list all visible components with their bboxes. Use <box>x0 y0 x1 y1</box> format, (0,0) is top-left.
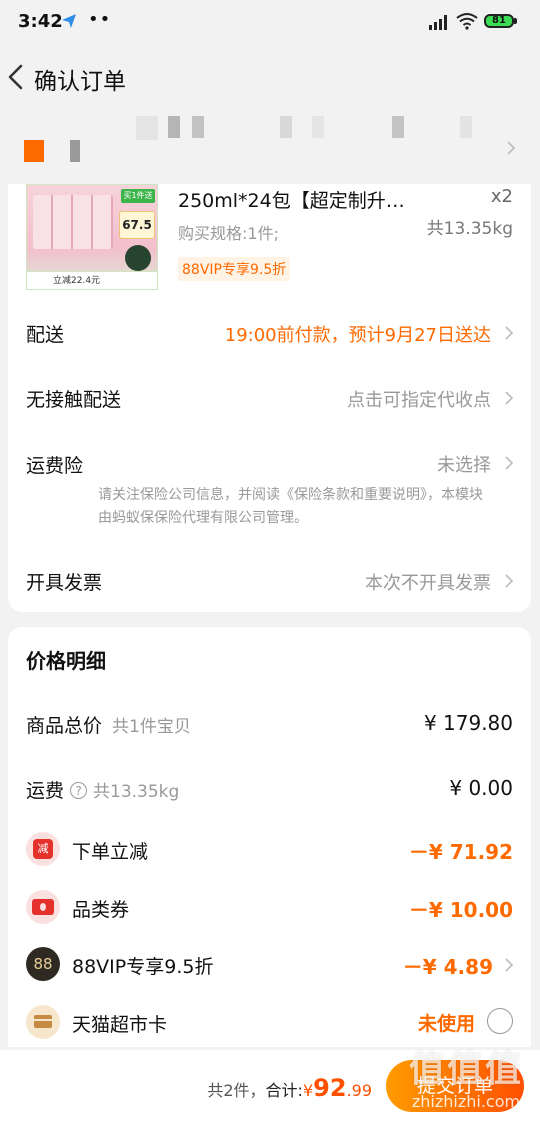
freight-label: 运费? 共13.35kg <box>26 776 179 803</box>
category-coupon-value: －¥ 10.00 <box>408 898 513 922</box>
blurred-address-text <box>70 140 80 162</box>
question-icon[interactable]: ? <box>70 782 88 799</box>
thumb-discount: 立减22.4元 <box>27 271 157 289</box>
nav-bar: 确认订单 <box>0 46 540 110</box>
total-label: 合计: <box>265 1081 303 1100</box>
blurred-address-text <box>136 116 158 140</box>
product-name[interactable]: 250ml*24包【超定制升… <box>178 186 418 213</box>
goods-total-label: 商品总价 共1件宝贝 <box>26 711 191 738</box>
chevron-right-icon <box>505 391 514 405</box>
freight-value: ¥ 0.00 <box>449 776 513 800</box>
chevron-right-icon <box>507 141 516 155</box>
wallet-card-icon-shape <box>34 1015 52 1028</box>
address-section[interactable] <box>0 112 540 184</box>
shipping-insurance-label: 运费险 <box>26 455 84 477</box>
status-time: 3:42 <box>18 11 63 32</box>
insurance-note: 请关注保险公司信息，并阅读《保险条款和重要说明》，本模块由蚂蚁保保险代理有限公司… <box>98 487 483 526</box>
delivery-value: 19:00前付款，预计9月27日送达 <box>224 325 491 346</box>
battery-nub <box>514 18 517 24</box>
vip-discount-value: －¥ 4.89 <box>402 955 493 979</box>
category-coupon-label: 品类券 <box>72 899 130 921</box>
order-discount-label: 下单立减 <box>72 841 149 863</box>
notification-dots: •• <box>88 9 112 30</box>
product-image-cartons <box>33 195 113 249</box>
back-arrow-icon[interactable] <box>4 62 28 92</box>
market-card-status: 未使用 <box>417 1013 475 1035</box>
vip-88-icon: 88 <box>26 947 60 981</box>
blurred-address-text <box>192 116 204 138</box>
blurred-address-text <box>312 116 324 138</box>
thumb-price: 67.5 <box>119 211 155 239</box>
location-icon <box>24 140 44 162</box>
battery-indicator: 81 <box>484 14 514 28</box>
thumb-banner: 买1件送 <box>121 189 155 203</box>
page-title: 确认订单 <box>34 69 126 95</box>
tmall-mascot-icon <box>125 245 151 271</box>
market-card-label: 天猫超市卡 <box>72 1014 168 1036</box>
vip-discount-label: 88VIP专享9.5折 <box>72 956 214 978</box>
item-count: 共2件， <box>207 1081 266 1100</box>
order-card: 买1件送 67.5 立减22.4元 250ml*24包【超定制升… x2 购买规… <box>8 184 531 612</box>
product-spec: 购买规格:1件; <box>178 224 279 243</box>
price-detail-card: 价格明细 商品总价 共1件宝贝 ¥ 179.80 运费? 共13.35kg ¥ 0.… <box>8 627 531 1047</box>
freight-label-text: 运费 <box>26 780 65 802</box>
product-quantity: x2 <box>490 186 513 207</box>
price-detail-title: 价格明细 <box>26 649 106 673</box>
invoice-value: 本次不开具发票 <box>365 573 491 594</box>
order-discount-value: －¥ 71.92 <box>408 840 513 864</box>
navigation-arrow-icon <box>62 14 76 28</box>
delivery-label: 配送 <box>26 324 65 346</box>
shipping-insurance-value: 未选择 <box>437 455 491 476</box>
contactless-label: 无接触配送 <box>26 389 122 411</box>
coupon-icon <box>26 890 60 924</box>
coupon-icon-shape <box>32 899 54 915</box>
goods-total-count: 共1件宝贝 <box>112 717 191 737</box>
blurred-address-text <box>280 116 292 138</box>
product-thumbnail[interactable]: 买1件送 67.5 立减22.4元 <box>26 184 158 290</box>
market-card-radio[interactable] <box>487 1008 513 1034</box>
signal-icon <box>429 15 447 30</box>
discount-badge-text: 减 <box>33 839 53 859</box>
bottom-checkout-bar: 共2件，合计:¥92.99 提交订单 <box>0 1050 540 1124</box>
vip-discount-tag: 88VIP专享9.5折 <box>178 257 291 281</box>
order-summary: 共2件，合计:¥92.99 <box>207 1074 372 1102</box>
chevron-right-icon <box>505 456 514 470</box>
chevron-right-icon <box>505 574 514 588</box>
blurred-address-text <box>460 116 472 138</box>
total-integer: 92 <box>313 1074 347 1102</box>
goods-total-value: ¥ 179.80 <box>423 711 513 735</box>
wifi-icon <box>456 13 478 30</box>
currency-symbol: ¥ <box>302 1081 314 1100</box>
contactless-value: 点击可指定代收点 <box>347 390 491 411</box>
submit-order-button[interactable]: 提交订单 <box>386 1060 524 1112</box>
invoice-label: 开具发票 <box>26 572 103 594</box>
goods-total-label-text: 商品总价 <box>26 715 103 737</box>
product-weight: 共13.35kg <box>426 219 513 239</box>
order-discount-icon: 减 <box>26 832 60 866</box>
status-bar: 3:42 •• 81 <box>0 0 540 46</box>
chevron-right-icon <box>505 958 514 972</box>
blurred-address-text <box>168 116 180 138</box>
blurred-address-text <box>392 116 404 138</box>
wallet-card-icon <box>26 1005 60 1039</box>
freight-weight: 共13.35kg <box>93 782 180 802</box>
total-decimal: .99 <box>346 1081 372 1100</box>
chevron-right-icon <box>505 326 514 340</box>
